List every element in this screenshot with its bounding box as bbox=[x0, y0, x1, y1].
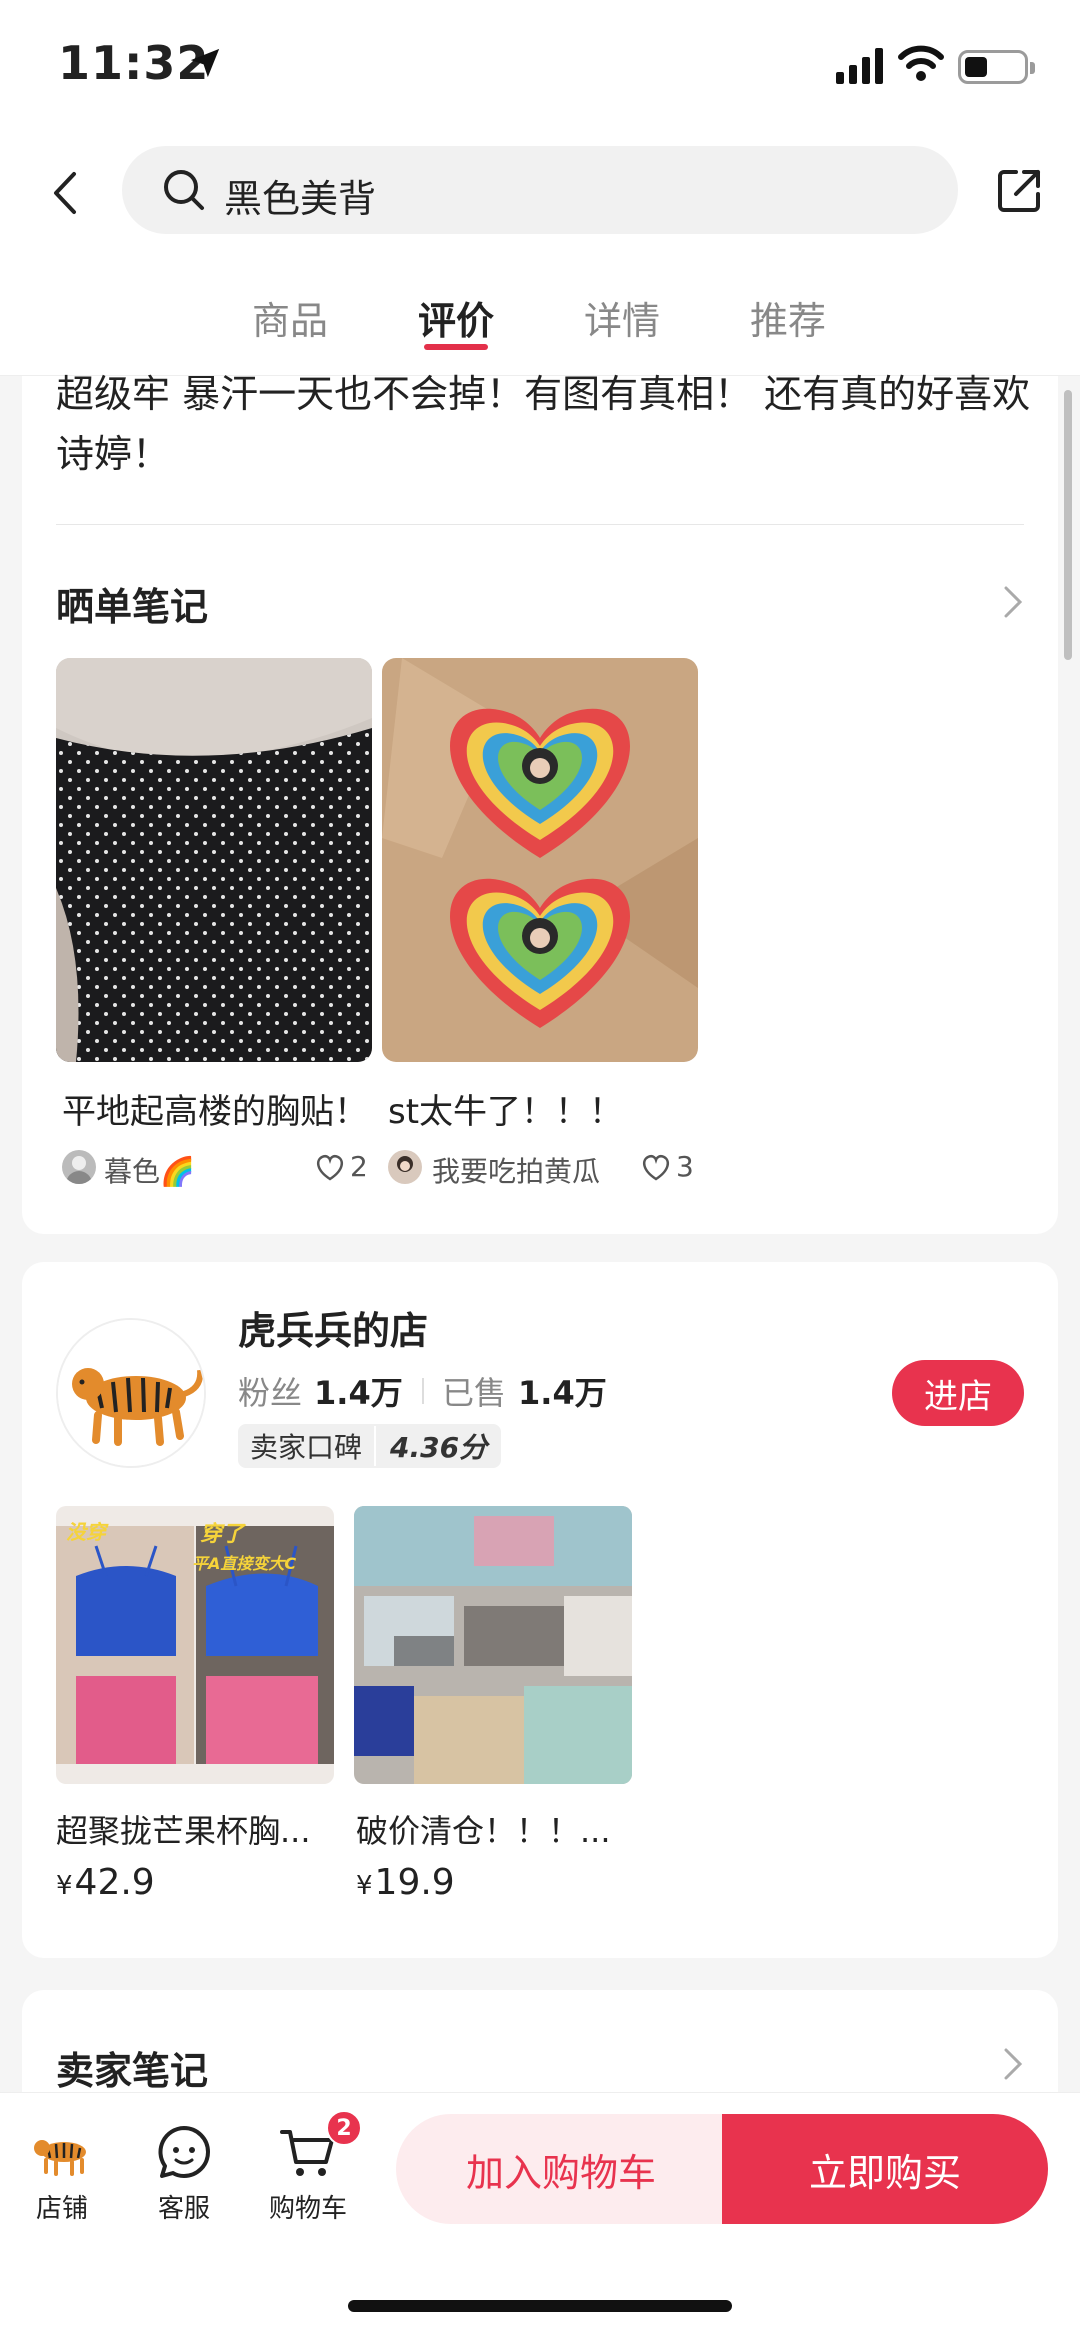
store-icon[interactable] bbox=[30, 2122, 94, 2186]
note-user-2: 我要吃拍黄瓜 bbox=[432, 1155, 601, 1188]
store-fans: 粉丝 1.4万 bbox=[238, 1368, 403, 1414]
store-label[interactable]: 店铺 bbox=[12, 2188, 112, 2225]
tab-details[interactable]: 详情 bbox=[584, 290, 660, 345]
product-overlay-left: 没穿 bbox=[66, 1520, 106, 1544]
tab-products[interactable]: 商品 bbox=[252, 290, 328, 345]
back-icon[interactable] bbox=[46, 168, 86, 218]
divider bbox=[56, 524, 1024, 525]
divider bbox=[422, 1378, 424, 1404]
product-overlay-right: 穿了 bbox=[200, 1522, 245, 1547]
price-value: 19.9 bbox=[374, 1862, 455, 1903]
price-symbol: ¥ bbox=[56, 1871, 73, 1901]
sold-value: 1.4万 bbox=[518, 1374, 607, 1412]
note-likes-1: 2 bbox=[350, 1150, 368, 1183]
home-indicator bbox=[348, 2300, 732, 2312]
product-price-2: ¥19.9 bbox=[356, 1862, 455, 1903]
product-name-2[interactable]: 破价清仓！！！... bbox=[356, 1806, 646, 1852]
seller-notes-title: 卖家笔记 bbox=[56, 2049, 209, 2093]
note-user-1: 暮色🌈 bbox=[104, 1155, 195, 1188]
note-title-2[interactable]: st太牛了！！！ bbox=[388, 1084, 623, 1133]
product-name-1[interactable]: 超聚拢芒果杯胸... bbox=[56, 1806, 346, 1852]
product-overlay-sub: 平A直接变大C bbox=[192, 1554, 297, 1573]
price-value: 42.9 bbox=[74, 1862, 155, 1903]
rating-label: 卖家口碑 bbox=[238, 1426, 377, 1466]
price-symbol: ¥ bbox=[356, 1871, 373, 1901]
active-tab-indicator bbox=[424, 344, 488, 350]
note-image-1[interactable] bbox=[56, 658, 372, 1062]
cart-label[interactable]: 购物车 bbox=[258, 2188, 358, 2225]
note-likes-2: 3 bbox=[676, 1150, 694, 1183]
tab-reviews[interactable]: 评价 bbox=[418, 290, 494, 345]
search-icon bbox=[164, 170, 204, 210]
product-image-2[interactable] bbox=[354, 1506, 632, 1784]
tab-recommend[interactable]: 推荐 bbox=[750, 290, 826, 345]
customer-service-icon[interactable] bbox=[152, 2120, 216, 2184]
store-sold: 已售 1.4万 bbox=[442, 1368, 607, 1414]
chevron-right-icon[interactable] bbox=[1002, 584, 1024, 620]
product-image-1[interactable] bbox=[56, 1506, 334, 1784]
seller-rating-badge: 卖家口碑 4.36分 bbox=[238, 1424, 502, 1468]
scrollbar[interactable] bbox=[1064, 390, 1072, 660]
note-title-1[interactable]: 平地起高楼的胸贴！ bbox=[62, 1084, 368, 1133]
note-image-2[interactable] bbox=[382, 658, 698, 1062]
store-name[interactable]: 虎兵兵的店 bbox=[238, 1300, 428, 1355]
review-text: 超级牢 暴汗一天也不会掉！有图有真相！ 还有真的好喜欢诗婷！ bbox=[56, 372, 1031, 476]
store-avatar[interactable] bbox=[56, 1318, 206, 1468]
buy-now-button[interactable]: 立即购买 bbox=[722, 2114, 1048, 2224]
share-icon[interactable] bbox=[994, 166, 1044, 216]
enter-store-button[interactable]: 进店 bbox=[892, 1360, 1024, 1426]
rating-value: 4.36分 bbox=[390, 1431, 488, 1464]
heart-icon[interactable] bbox=[314, 1152, 346, 1182]
search-query: 黑色美背 bbox=[224, 177, 377, 221]
wifi-icon bbox=[898, 45, 944, 81]
sold-label: 已售 bbox=[442, 1374, 507, 1412]
chevron-right-icon[interactable] bbox=[1002, 2046, 1024, 2082]
notes-section-title: 晒单笔记 bbox=[56, 585, 209, 629]
location-arrow-icon bbox=[190, 48, 220, 78]
signal-icon bbox=[836, 48, 883, 84]
service-label[interactable]: 客服 bbox=[134, 2188, 234, 2225]
avatar bbox=[62, 1150, 96, 1184]
fans-value: 1.4万 bbox=[314, 1374, 403, 1412]
status-time: 11:32 bbox=[58, 36, 210, 90]
add-to-cart-button[interactable]: 加入购物车 bbox=[396, 2114, 726, 2224]
avatar bbox=[388, 1150, 422, 1184]
fans-label: 粉丝 bbox=[238, 1374, 303, 1412]
product-price-1: ¥42.9 bbox=[56, 1862, 155, 1903]
heart-icon[interactable] bbox=[640, 1152, 672, 1182]
cart-count-badge: 2 bbox=[326, 2110, 362, 2146]
battery-icon bbox=[958, 50, 1035, 84]
